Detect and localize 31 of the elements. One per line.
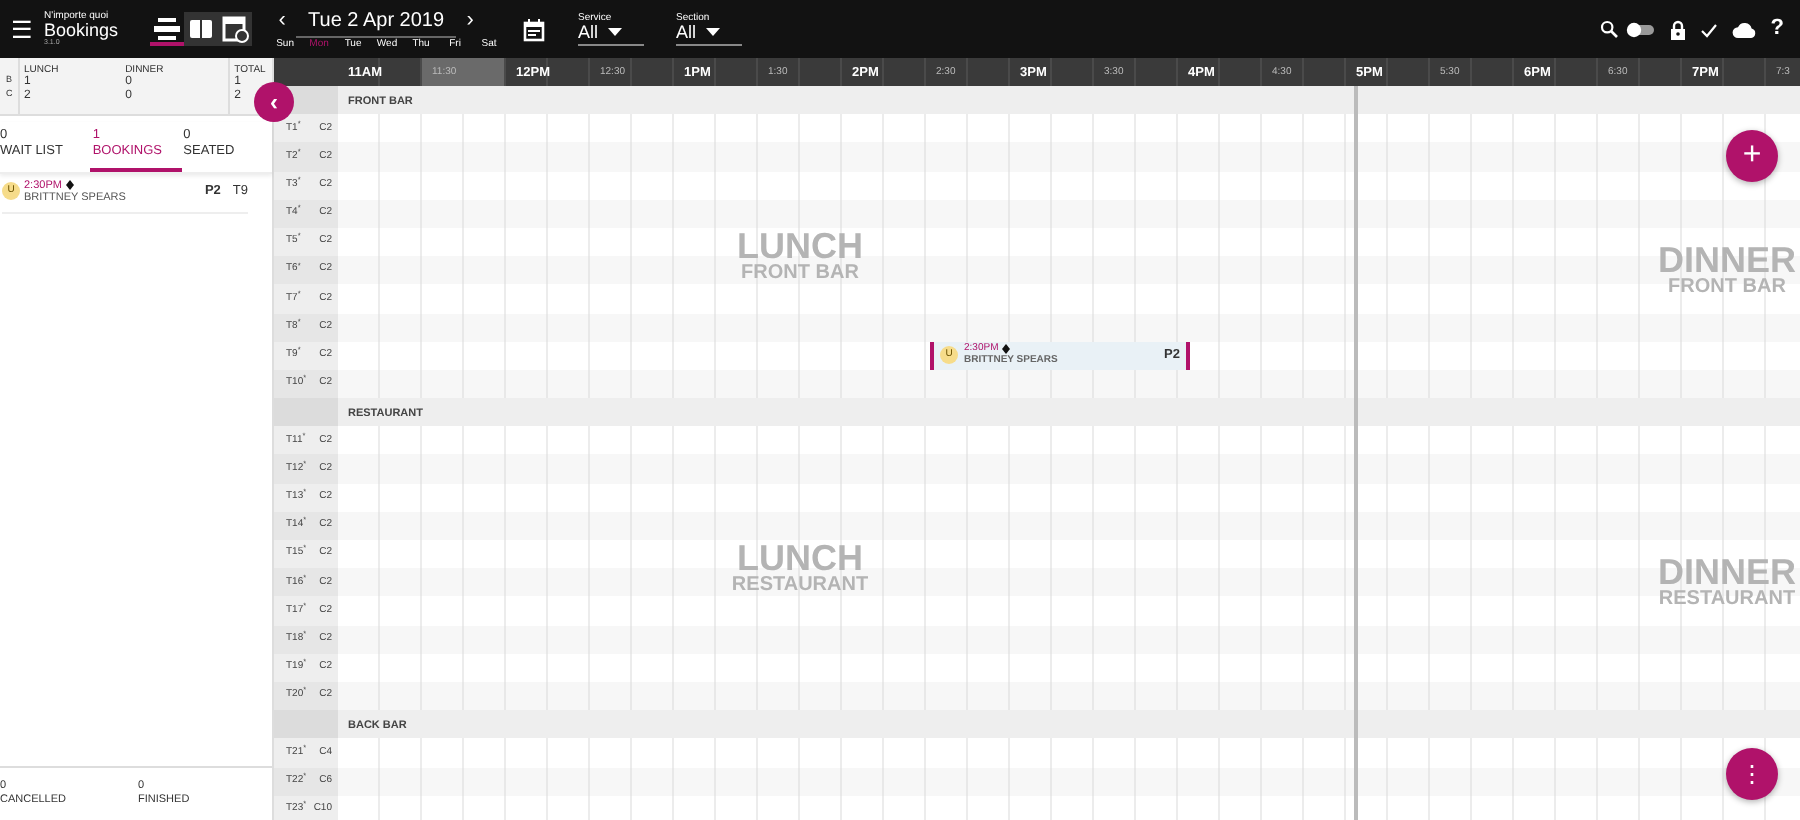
check-icon[interactable]	[1700, 21, 1719, 37]
filter-dropdown[interactable]: All	[578, 23, 645, 45]
menu-button[interactable]: ☰	[8, 17, 36, 41]
caret-icon	[608, 27, 623, 37]
help-button[interactable]: ?	[1770, 18, 1784, 40]
diamond-icon	[1002, 344, 1011, 355]
area-watermark: FRONT BAR	[739, 264, 861, 285]
prev-date-button[interactable]: ‹	[268, 10, 297, 33]
service-watermark: DINNER	[1657, 554, 1796, 591]
toggle-switch[interactable]	[1626, 21, 1657, 37]
service-watermark: LUNCH	[735, 228, 865, 265]
next-date-button[interactable]: ›	[456, 10, 485, 33]
calendar-clock-icon	[218, 12, 253, 46]
area-watermark: RESTAURANT	[729, 576, 871, 597]
lock-icon[interactable]	[1670, 19, 1687, 39]
view-button[interactable]	[150, 12, 185, 46]
filter-dropdown[interactable]: All	[676, 23, 743, 45]
view-button[interactable]	[218, 12, 253, 46]
timeline-icon	[150, 12, 185, 46]
area-watermark: RESTAURANT	[1657, 590, 1796, 611]
app-title: Bookings	[44, 21, 119, 40]
view-button[interactable]	[184, 12, 219, 46]
service-watermark: LUNCH	[737, 540, 863, 577]
date-label: Tue 2 Apr 2019	[296, 5, 457, 38]
diamond-icon	[65, 180, 74, 191]
caret-icon	[706, 27, 721, 37]
service-watermark: DINNER	[1657, 242, 1796, 279]
area-watermark: FRONT BAR	[1666, 278, 1788, 299]
search-icon[interactable]	[1600, 20, 1619, 38]
cloud-icon[interactable]	[1732, 21, 1757, 37]
calendar-icon[interactable]	[522, 17, 547, 41]
